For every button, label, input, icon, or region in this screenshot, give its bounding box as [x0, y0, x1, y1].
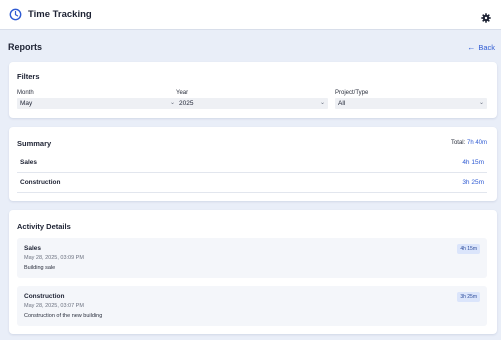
- page-heading: Reports ← Back: [0, 38, 501, 56]
- activity-card: Activity Details Sales May 28, 2025, 03:…: [9, 210, 497, 334]
- summary-row-value: 4h 15m: [462, 159, 484, 166]
- year-value: 2025: [179, 100, 194, 107]
- activity-note: Construction of the new building: [24, 313, 103, 319]
- activity-date: May 28, 2025, 03:07 PM: [24, 303, 84, 309]
- summary-total: Total: 7h 40m: [451, 140, 487, 146]
- project-value: All: [338, 100, 346, 107]
- project-filter: Project/Type All ⌄: [335, 90, 487, 109]
- clock-icon: [9, 8, 22, 21]
- duration-badge: 3h 25m: [457, 292, 480, 302]
- activity-note: Building sale: [24, 265, 56, 271]
- summary-row-name: Sales: [20, 159, 37, 166]
- year-label: Year: [176, 90, 189, 96]
- chevron-down-icon: ⌄: [478, 100, 484, 106]
- activity-date: May 28, 2025, 03:09 PM: [24, 255, 84, 261]
- summary-row: Construction 3h 25m: [17, 173, 487, 193]
- project-label: Project/Type: [335, 90, 369, 96]
- filters-card: Filters Month May ⌄ Year 2025 ⌄ Project/…: [9, 62, 497, 118]
- total-label: Total:: [450, 140, 466, 146]
- back-link[interactable]: ← Back: [467, 43, 495, 52]
- activity-name: Construction: [24, 293, 65, 300]
- summary-title: Summary: [17, 139, 52, 148]
- app-title: Time Tracking: [28, 9, 92, 20]
- summary-card: Summary Total: 7h 40m Sales 4h 15m Const…: [9, 127, 497, 201]
- gear-icon[interactable]: [481, 10, 491, 23]
- project-select[interactable]: All ⌄: [335, 98, 487, 109]
- activity-item: Sales May 28, 2025, 03:09 PM Building sa…: [17, 238, 487, 278]
- chevron-down-icon: ⌄: [169, 100, 175, 106]
- year-filter: Year 2025 ⌄: [176, 90, 328, 109]
- month-label: Month: [17, 90, 34, 96]
- total-value: 7h 40m: [466, 140, 487, 146]
- summary-row-value: 3h 25m: [462, 179, 484, 186]
- activity-title: Activity Details: [17, 222, 71, 231]
- month-filter: Month May ⌄: [17, 90, 178, 109]
- activity-item: Construction May 28, 2025, 03:07 PM Cons…: [17, 286, 487, 326]
- duration-badge: 4h 15m: [457, 244, 480, 254]
- month-value: May: [20, 100, 33, 107]
- summary-row: Sales 4h 15m: [17, 153, 487, 173]
- page-title: Reports: [8, 42, 43, 52]
- activity-name: Sales: [24, 245, 41, 252]
- app-header: Time Tracking: [0, 0, 501, 30]
- month-select[interactable]: May ⌄: [17, 98, 178, 109]
- year-select[interactable]: 2025 ⌄: [176, 98, 328, 109]
- arrow-left-icon: ←: [467, 42, 476, 52]
- back-label: Back: [478, 42, 495, 52]
- chevron-down-icon: ⌄: [319, 100, 325, 106]
- filters-title: Filters: [17, 72, 40, 81]
- summary-row-name: Construction: [20, 179, 61, 186]
